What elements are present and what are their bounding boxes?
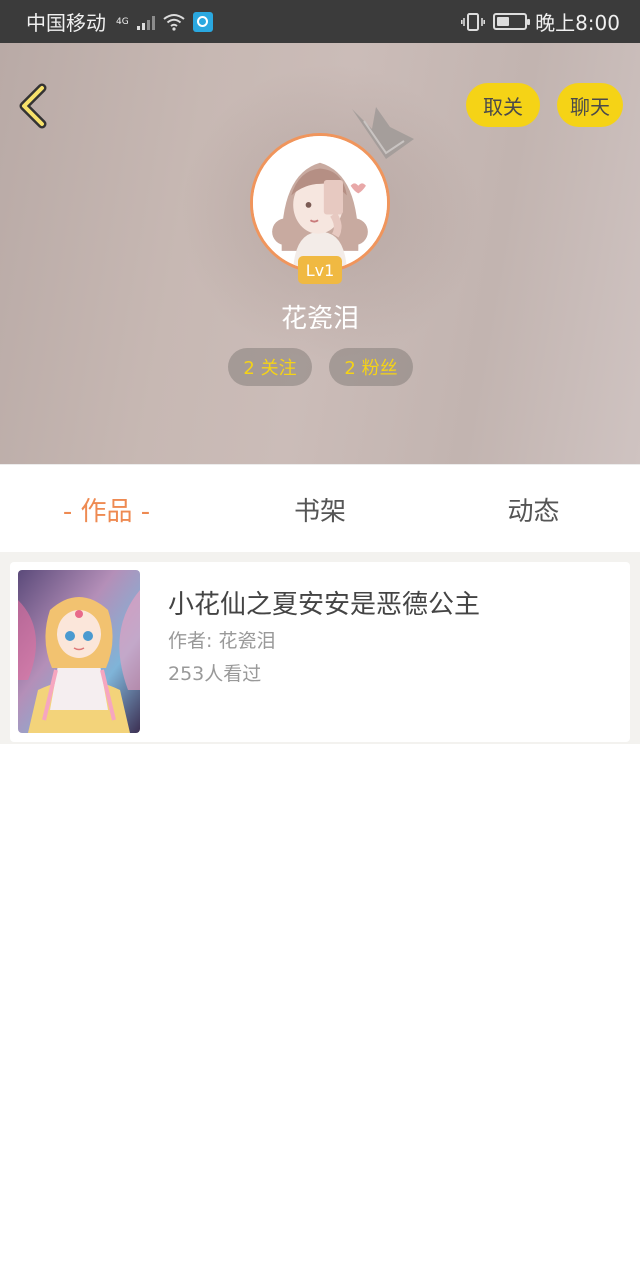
work-card[interactable]: 小花仙之夏安安是恶德公主 作者: 花瓷泪 253人看过 bbox=[10, 562, 630, 742]
chat-button[interactable]: 聊天 bbox=[557, 83, 623, 127]
status-bar: 中国移动 4G 晚上8:00 bbox=[0, 0, 640, 43]
tab-bookshelf[interactable]: 书架 bbox=[213, 465, 427, 553]
network-type: 4G bbox=[116, 16, 129, 27]
profile-header: 取关 聊天 Lv1 花瓷泪 2 关注 2 粉丝 bbox=[0, 43, 640, 464]
carrier-name: 中国移动 bbox=[26, 11, 106, 35]
back-button[interactable] bbox=[14, 83, 54, 129]
username: 花瓷泪 bbox=[280, 304, 359, 334]
status-bar-left: 中国移动 4G bbox=[26, 7, 213, 36]
battery-icon bbox=[493, 13, 531, 30]
clock: 晚上8:00 bbox=[535, 11, 620, 35]
tab-works[interactable]: - 作品 - bbox=[0, 465, 213, 553]
work-cover-image[interactable] bbox=[18, 570, 140, 733]
works-list: 小花仙之夏安安是恶德公主 作者: 花瓷泪 253人看过 bbox=[0, 552, 640, 744]
status-bar-right: 晚上8:00 bbox=[461, 7, 620, 36]
wifi-icon bbox=[163, 13, 185, 31]
app-notification-icon bbox=[192, 11, 213, 32]
level-badge: Lv1 bbox=[298, 256, 342, 284]
avatar-image bbox=[253, 136, 387, 270]
avatar[interactable] bbox=[250, 133, 390, 273]
following-count[interactable]: 2 关注 bbox=[228, 348, 312, 386]
signal-icon bbox=[136, 14, 155, 30]
work-title[interactable]: 小花仙之夏安安是恶德公主 bbox=[168, 584, 480, 621]
profile-tabs: - 作品 - 书架 动态 bbox=[0, 464, 640, 552]
cover-illustration bbox=[18, 570, 140, 733]
work-author: 作者: 花瓷泪 bbox=[168, 630, 276, 652]
tab-activity[interactable]: 动态 bbox=[427, 465, 640, 553]
vibrate-icon bbox=[461, 12, 486, 31]
unfollow-button[interactable]: 取关 bbox=[466, 83, 540, 127]
work-views: 253人看过 bbox=[168, 663, 262, 685]
followers-count[interactable]: 2 粉丝 bbox=[329, 348, 413, 386]
battery-fill bbox=[497, 17, 509, 26]
